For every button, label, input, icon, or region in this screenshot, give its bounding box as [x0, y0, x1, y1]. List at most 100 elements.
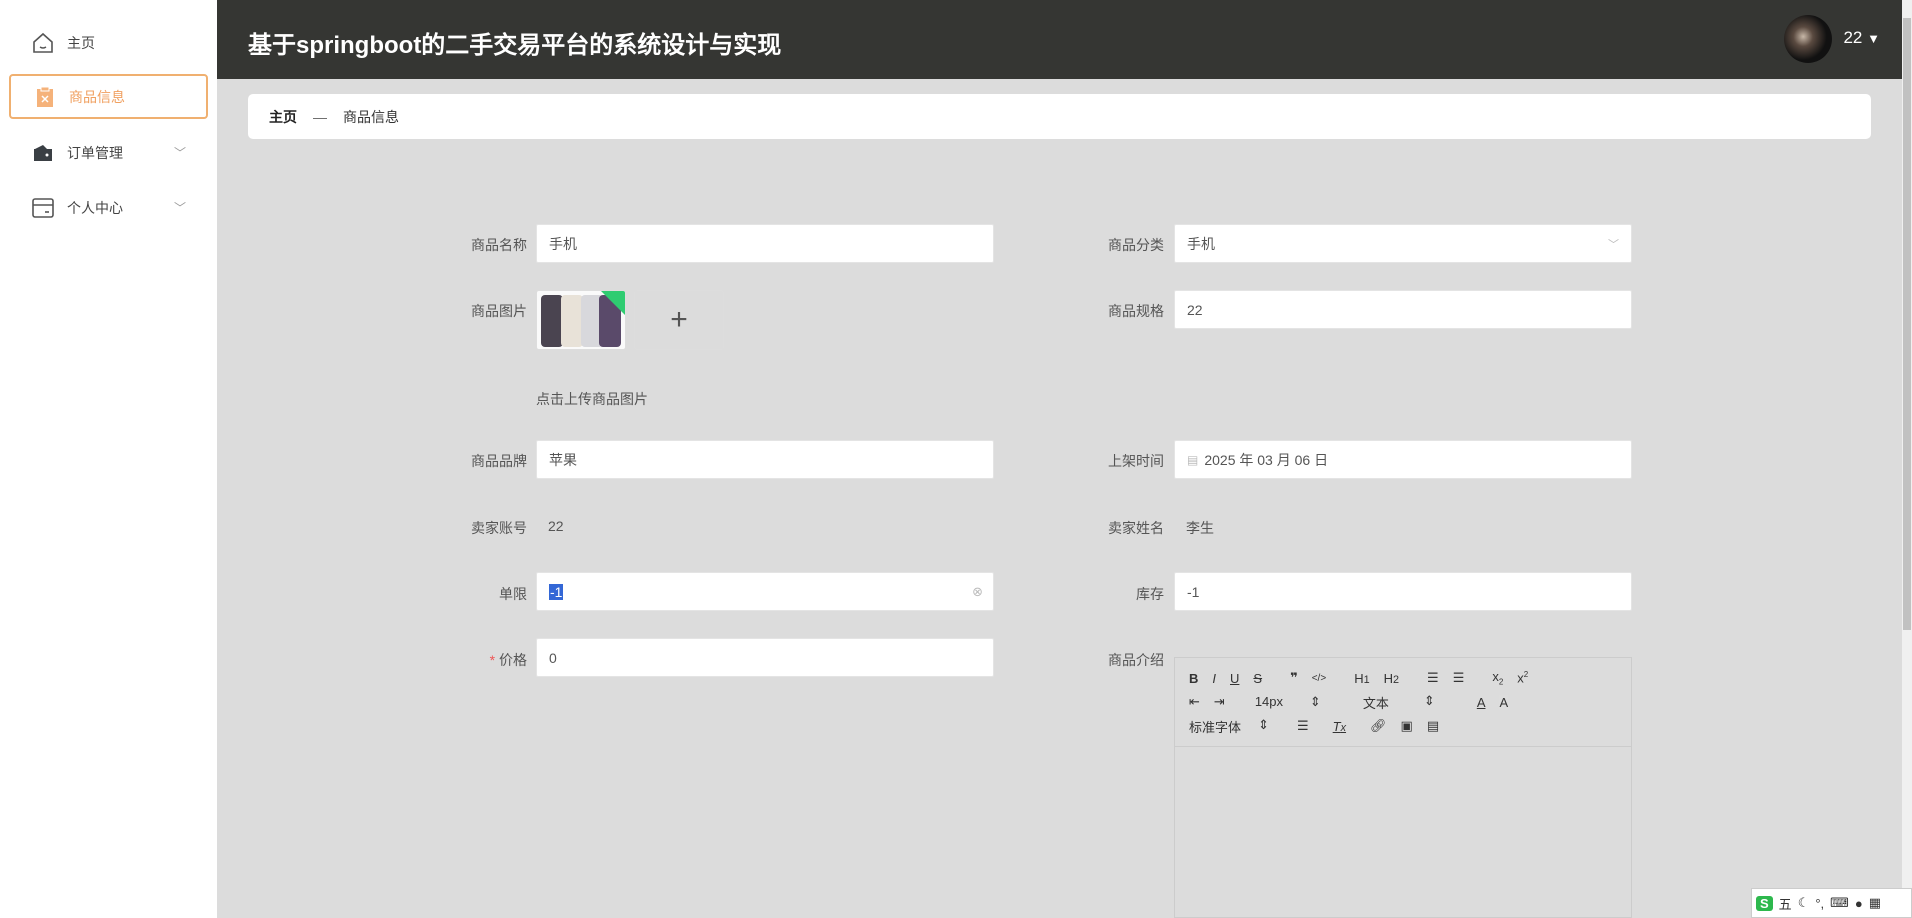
updown-icon: ⇕: [1423, 692, 1435, 708]
block-format-select[interactable]: 文本 ⇕: [1363, 693, 1449, 712]
category-label: 商品分类: [1108, 237, 1164, 253]
stock-value: -1: [1187, 583, 1200, 600]
name-input[interactable]: 手机: [536, 224, 994, 263]
header: 基于springboot的二手交易平台的系统设计与实现 22 ▼: [217, 0, 1912, 79]
limit-input[interactable]: -1 ⊗: [536, 572, 994, 611]
brand-label: 商品品牌: [471, 453, 527, 469]
keyboard-icon[interactable]: ⌨: [1830, 895, 1849, 911]
image-icon[interactable]: ▣: [1401, 718, 1413, 734]
font-family-select[interactable]: 标准字体 ⇕: [1189, 717, 1283, 736]
rich-text-editor: B I U S ❞ </> H1 H2 ☰ ☰ x2 x2 ⇤ ⇥ 14px ⇕ …: [1174, 657, 1632, 918]
upload-plus-button[interactable]: +: [634, 290, 724, 350]
spec-input[interactable]: 22: [1174, 290, 1632, 329]
spec-label: 商品规格: [1108, 303, 1164, 319]
seller-name-value: 李生: [1186, 520, 1214, 536]
sidebar-item-products[interactable]: 商品信息: [9, 74, 208, 119]
font-color-icon[interactable]: A: [1477, 695, 1486, 710]
link-icon[interactable]: 🔗︎: [1370, 718, 1387, 734]
stock-label: 库存: [1136, 586, 1164, 602]
indent-icon[interactable]: ⇥: [1214, 694, 1225, 710]
sidebar-item-profile[interactable]: 个人中心 ﹀: [9, 185, 208, 230]
stock-input[interactable]: -1: [1174, 572, 1632, 611]
moon-icon[interactable]: ☾: [1798, 895, 1810, 911]
underline-icon[interactable]: U: [1230, 671, 1239, 686]
bullet-list-icon[interactable]: ☰: [1453, 670, 1465, 686]
block-format-value: 文本: [1362, 695, 1389, 711]
editor-content[interactable]: [1175, 747, 1631, 917]
ime-mode[interactable]: 五: [1779, 894, 1792, 913]
brand-input[interactable]: 苹果: [536, 440, 994, 479]
spec-value: 22: [1187, 301, 1203, 318]
breadcrumb: 主页 — 商品信息: [248, 94, 1871, 139]
sidebar-item-label: 主页: [67, 34, 95, 51]
chevron-down-icon: ﹀: [173, 201, 186, 215]
breadcrumb-home[interactable]: 主页: [269, 107, 297, 127]
grid-icon[interactable]: ▦: [1869, 895, 1881, 911]
blockquote-icon[interactable]: ❞: [1290, 670, 1298, 686]
seller-account-value: 22: [548, 518, 564, 534]
punctuation-icon[interactable]: °,: [1815, 896, 1824, 911]
clear-format-icon[interactable]: Tx: [1333, 719, 1346, 734]
ime-logo-icon[interactable]: S: [1756, 895, 1773, 911]
chevron-down-icon: ﹀: [173, 146, 186, 160]
price-input[interactable]: 0: [536, 638, 994, 677]
outdent-icon[interactable]: ⇤: [1189, 694, 1200, 710]
font-family-value: 标准字体: [1189, 719, 1242, 735]
sidebar-item-label: 订单管理: [67, 144, 123, 161]
clear-icon[interactable]: ⊗: [972, 584, 983, 600]
bold-icon[interactable]: B: [1189, 671, 1198, 686]
user-icon[interactable]: ●: [1855, 896, 1863, 911]
image-label: 商品图片: [471, 303, 527, 319]
price-value: 0: [549, 649, 557, 666]
date-label: 上架时间: [1108, 453, 1164, 469]
product-image-thumbnail[interactable]: [536, 290, 626, 350]
intro-label: 商品介绍: [1108, 652, 1164, 668]
updown-icon: ⇕: [1258, 716, 1269, 732]
name-value: 手机: [549, 235, 577, 252]
updown-icon: ⇕: [1309, 694, 1321, 709]
sidebar-item-orders[interactable]: 订单管理 ﹀: [9, 130, 208, 175]
sidebar: 主页 商品信息 订单管理 ﹀ 个人中心 ﹀: [0, 0, 217, 918]
strike-icon[interactable]: S: [1253, 671, 1262, 686]
avatar[interactable]: [1784, 15, 1832, 63]
seller-account-label: 卖家账号: [471, 520, 527, 536]
date-value: 2025 年 03 月 06 日: [1204, 451, 1329, 468]
ordered-list-icon[interactable]: ☰: [1427, 670, 1439, 686]
price-label-text: 价格: [499, 652, 527, 668]
align-icon[interactable]: ☰: [1297, 718, 1309, 734]
app-title: 基于springboot的二手交易平台的系统设计与实现: [248, 32, 782, 59]
price-label: * 价格: [407, 650, 527, 670]
ime-toolbar: S 五 ☾ °, ⌨ ● ▦: [1751, 888, 1912, 918]
date-picker[interactable]: ▤ 2025 年 03 月 06 日: [1174, 440, 1632, 479]
sidebar-item-home[interactable]: 主页: [9, 20, 208, 65]
italic-icon[interactable]: I: [1212, 671, 1216, 686]
calendar-icon: ▤: [1187, 452, 1199, 467]
code-icon[interactable]: </>: [1312, 673, 1326, 684]
editor-toolbar: B I U S ❞ </> H1 H2 ☰ ☰ x2 x2 ⇤ ⇥ 14px ⇕ …: [1175, 658, 1631, 747]
superscript-icon[interactable]: x2: [1517, 670, 1528, 685]
scrollbar[interactable]: [1902, 0, 1912, 918]
subscript-icon[interactable]: x2: [1492, 669, 1503, 687]
h1-icon[interactable]: H1: [1354, 671, 1369, 686]
required-mark: *: [489, 652, 496, 668]
breadcrumb-current: 商品信息: [343, 108, 399, 125]
background-color-icon[interactable]: A: [1499, 694, 1509, 710]
scrollbar-thumb[interactable]: [1903, 18, 1911, 630]
clipboard-icon: [33, 85, 57, 109]
h2-icon[interactable]: H2: [1384, 671, 1399, 686]
font-size-select[interactable]: 14px ⇕: [1255, 694, 1335, 710]
category-value: 手机: [1187, 235, 1215, 252]
username: 22: [1843, 28, 1863, 47]
breadcrumb-separator: —: [313, 108, 327, 125]
sidebar-item-label: 商品信息: [69, 88, 125, 105]
card-icon: [31, 196, 55, 220]
font-size-value: 14px: [1254, 694, 1284, 709]
category-select[interactable]: 手机 ﹀: [1174, 224, 1632, 263]
user-menu[interactable]: 22 ▼: [1843, 28, 1880, 48]
wallet-icon: [31, 141, 55, 165]
limit-label: 单限: [499, 586, 527, 602]
caret-down-icon: ▼: [1867, 31, 1880, 46]
plus-icon: +: [670, 303, 688, 336]
video-icon[interactable]: ▤: [1427, 718, 1439, 734]
seller-name-label: 卖家姓名: [1108, 520, 1164, 536]
